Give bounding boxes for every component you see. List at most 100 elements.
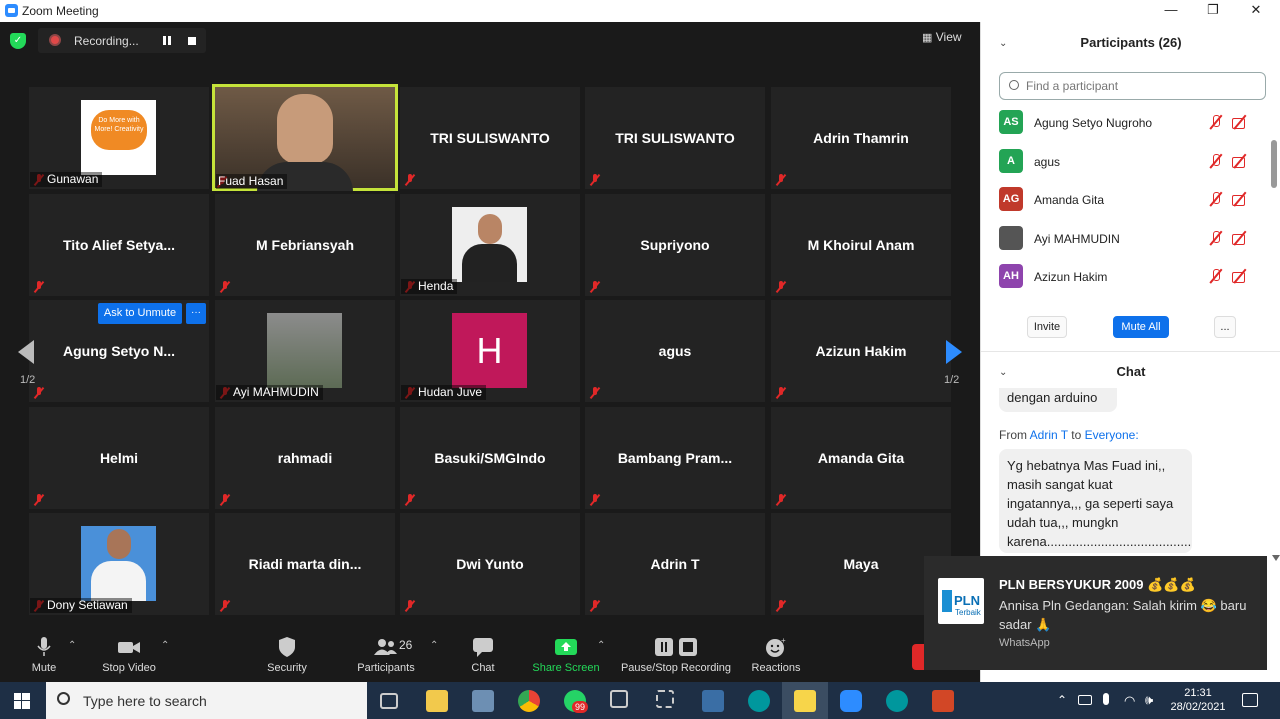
volume-icon[interactable]: 🕪: [1145, 692, 1153, 708]
taskbar-clock[interactable]: 21:31 28/02/2021: [1168, 686, 1228, 714]
encryption-shield-icon[interactable]: ✓: [10, 33, 26, 49]
muted-microphone-icon: [775, 174, 787, 186]
participant-row[interactable]: AS Agung Setyo Nugroho: [999, 104, 1269, 142]
participant-row[interactable]: AH Azizun Hakim: [999, 258, 1269, 296]
whatsapp-notification[interactable]: PLN Terbaik PLN BERSYUKUR 2009 💰💰💰 Annisa…: [924, 556, 1267, 670]
video-options-caret-icon[interactable]: ⌃: [161, 640, 169, 651]
participant-search-input[interactable]: Find a participant: [999, 72, 1266, 100]
participant-list-scrollbar[interactable]: [1271, 140, 1277, 188]
video-tile[interactable]: Do More with More! Creativity Gunawan: [29, 87, 209, 189]
minimize-button[interactable]: —: [1159, 2, 1183, 20]
sticky-notes-icon[interactable]: [794, 690, 816, 712]
muted-microphone-icon: [589, 174, 601, 186]
video-tile[interactable]: agus: [585, 300, 765, 402]
video-tile[interactable]: H Hudan Juve: [400, 300, 580, 402]
restore-button[interactable]: ❐: [1201, 2, 1225, 20]
camera-app-icon[interactable]: [472, 690, 494, 712]
chrome-icon[interactable]: [518, 690, 540, 712]
mute-button[interactable]: Mute: [28, 636, 60, 674]
pause-recording-icon[interactable]: [163, 36, 171, 45]
participant-row[interactable]: Ayi MAHMUDIN: [999, 220, 1269, 258]
participant-name: Agung Setyo N...: [63, 343, 175, 359]
video-tile[interactable]: Riadi marta din...: [215, 513, 395, 615]
powerpoint-icon[interactable]: [932, 690, 954, 712]
next-page-arrow-icon[interactable]: [946, 340, 962, 364]
ask-to-unmute-button[interactable]: Ask to Unmute: [98, 303, 182, 324]
video-tile[interactable]: TRI SULISWANTO: [400, 87, 580, 189]
meeting-area: ✓ Recording... ▦ View Do More with More!…: [0, 22, 980, 632]
video-tile[interactable]: Henda: [400, 194, 580, 296]
stop-video-button[interactable]: Stop Video: [98, 636, 160, 674]
muted-microphone-icon: [219, 281, 231, 293]
chat-scroll-down-icon[interactable]: [1272, 555, 1280, 561]
video-tile[interactable]: rahmadi: [215, 407, 395, 509]
participant-row[interactable]: AG Amanda Gita: [999, 181, 1269, 219]
participants-button[interactable]: 26 Participants: [352, 636, 420, 674]
windows-start-icon[interactable]: [14, 693, 30, 709]
video-tile[interactable]: Azizun Hakim: [771, 300, 951, 402]
previous-page-arrow-icon[interactable]: [18, 340, 34, 364]
video-tile[interactable]: Ayi MAHMUDIN: [215, 300, 395, 402]
video-tile[interactable]: Bambang Pram...: [585, 407, 765, 509]
share-screen-button[interactable]: Share Screen: [532, 636, 600, 674]
video-tile[interactable]: M Febriansyah: [215, 194, 395, 296]
task-view-icon[interactable]: [380, 693, 398, 709]
participants-options-caret-icon[interactable]: ⌃: [430, 640, 438, 651]
chat-button[interactable]: Chat: [466, 636, 500, 674]
participant-row[interactable]: Aagus: [999, 143, 1269, 181]
video-tile[interactable]: Tito Alief Setya...: [29, 194, 209, 296]
video-tile[interactable]: Adrin Thamrin: [771, 87, 951, 189]
arduino-2-icon[interactable]: [886, 690, 908, 712]
notification-center-icon[interactable]: [1242, 693, 1258, 707]
chat-panel-title: Chat: [1116, 364, 1146, 379]
stop-recording-icon[interactable]: [188, 37, 196, 45]
participant-name: Helmi: [99, 450, 139, 466]
mute-all-button[interactable]: Mute All: [1113, 316, 1169, 338]
muted-microphone-icon: [775, 600, 787, 612]
view-button[interactable]: ▦ View: [922, 30, 962, 44]
snipping-tool-icon[interactable]: [656, 690, 674, 708]
pause-stop-recording-button[interactable]: Pause/Stop Recording: [618, 636, 734, 674]
video-tile[interactable]: Supriyono: [585, 194, 765, 296]
mute-options-caret-icon[interactable]: ⌃: [68, 640, 76, 651]
muted-microphone-icon: [589, 600, 601, 612]
security-button[interactable]: Security: [262, 636, 312, 674]
video-tile[interactable]: Helmi: [29, 407, 209, 509]
chat-sender-name[interactable]: Adrin T: [1030, 428, 1068, 442]
invite-button[interactable]: Invite: [1027, 316, 1067, 338]
participant-label: Gunawan: [30, 172, 103, 187]
video-tile[interactable]: Adrin T: [585, 513, 765, 615]
video-tile[interactable]: Amanda Gita: [771, 407, 951, 509]
arduino-icon[interactable]: [748, 690, 770, 712]
participant-name: agus: [658, 343, 692, 359]
chat-label: Chat: [471, 662, 495, 674]
participant-label: Fuad Hasan: [216, 174, 288, 189]
reactions-button[interactable]: + Reactions: [750, 636, 802, 674]
video-tile[interactable]: Basuki/SMGIndo: [400, 407, 580, 509]
taskbar-search-box[interactable]: Type here to search: [46, 682, 367, 719]
audio-app-icon[interactable]: [610, 690, 628, 708]
battery-icon[interactable]: [1078, 695, 1092, 705]
participant-name: Amanda Gita: [817, 450, 905, 466]
close-button[interactable]: ✕: [1244, 2, 1268, 20]
video-off-icon: [1232, 231, 1248, 245]
video-tile[interactable]: Fuad Hasan: [212, 84, 398, 191]
video-tile[interactable]: Dony Setiawan: [29, 513, 209, 615]
participant-row-name: Azizun Hakim: [1034, 270, 1108, 284]
end-meeting-button[interactable]: [912, 644, 924, 670]
muted-microphone-icon: [404, 600, 416, 612]
video-tile[interactable]: M Khoirul Anam: [771, 194, 951, 296]
network-app-icon[interactable]: [702, 690, 724, 712]
meeting-toolbar: Mute ⌃ Stop Video ⌃ Security 26 Particip…: [0, 632, 980, 682]
chat-recipient-name[interactable]: Everyone:: [1085, 428, 1139, 442]
participants-more-button[interactable]: ...: [1214, 316, 1236, 338]
file-explorer-icon[interactable]: [426, 690, 448, 712]
video-tile[interactable]: TRI SULISWANTO: [585, 87, 765, 189]
tray-chevron-up-icon[interactable]: ⌃: [1057, 693, 1067, 707]
video-tile[interactable]: Dwi Yunto: [400, 513, 580, 615]
zoom-taskbar-icon[interactable]: [840, 690, 862, 712]
share-options-caret-icon[interactable]: ⌃: [597, 640, 605, 651]
tile-more-button[interactable]: ···: [186, 303, 206, 324]
wifi-icon[interactable]: ◠: [1124, 693, 1135, 709]
tray-microphone-icon[interactable]: [1103, 693, 1109, 705]
